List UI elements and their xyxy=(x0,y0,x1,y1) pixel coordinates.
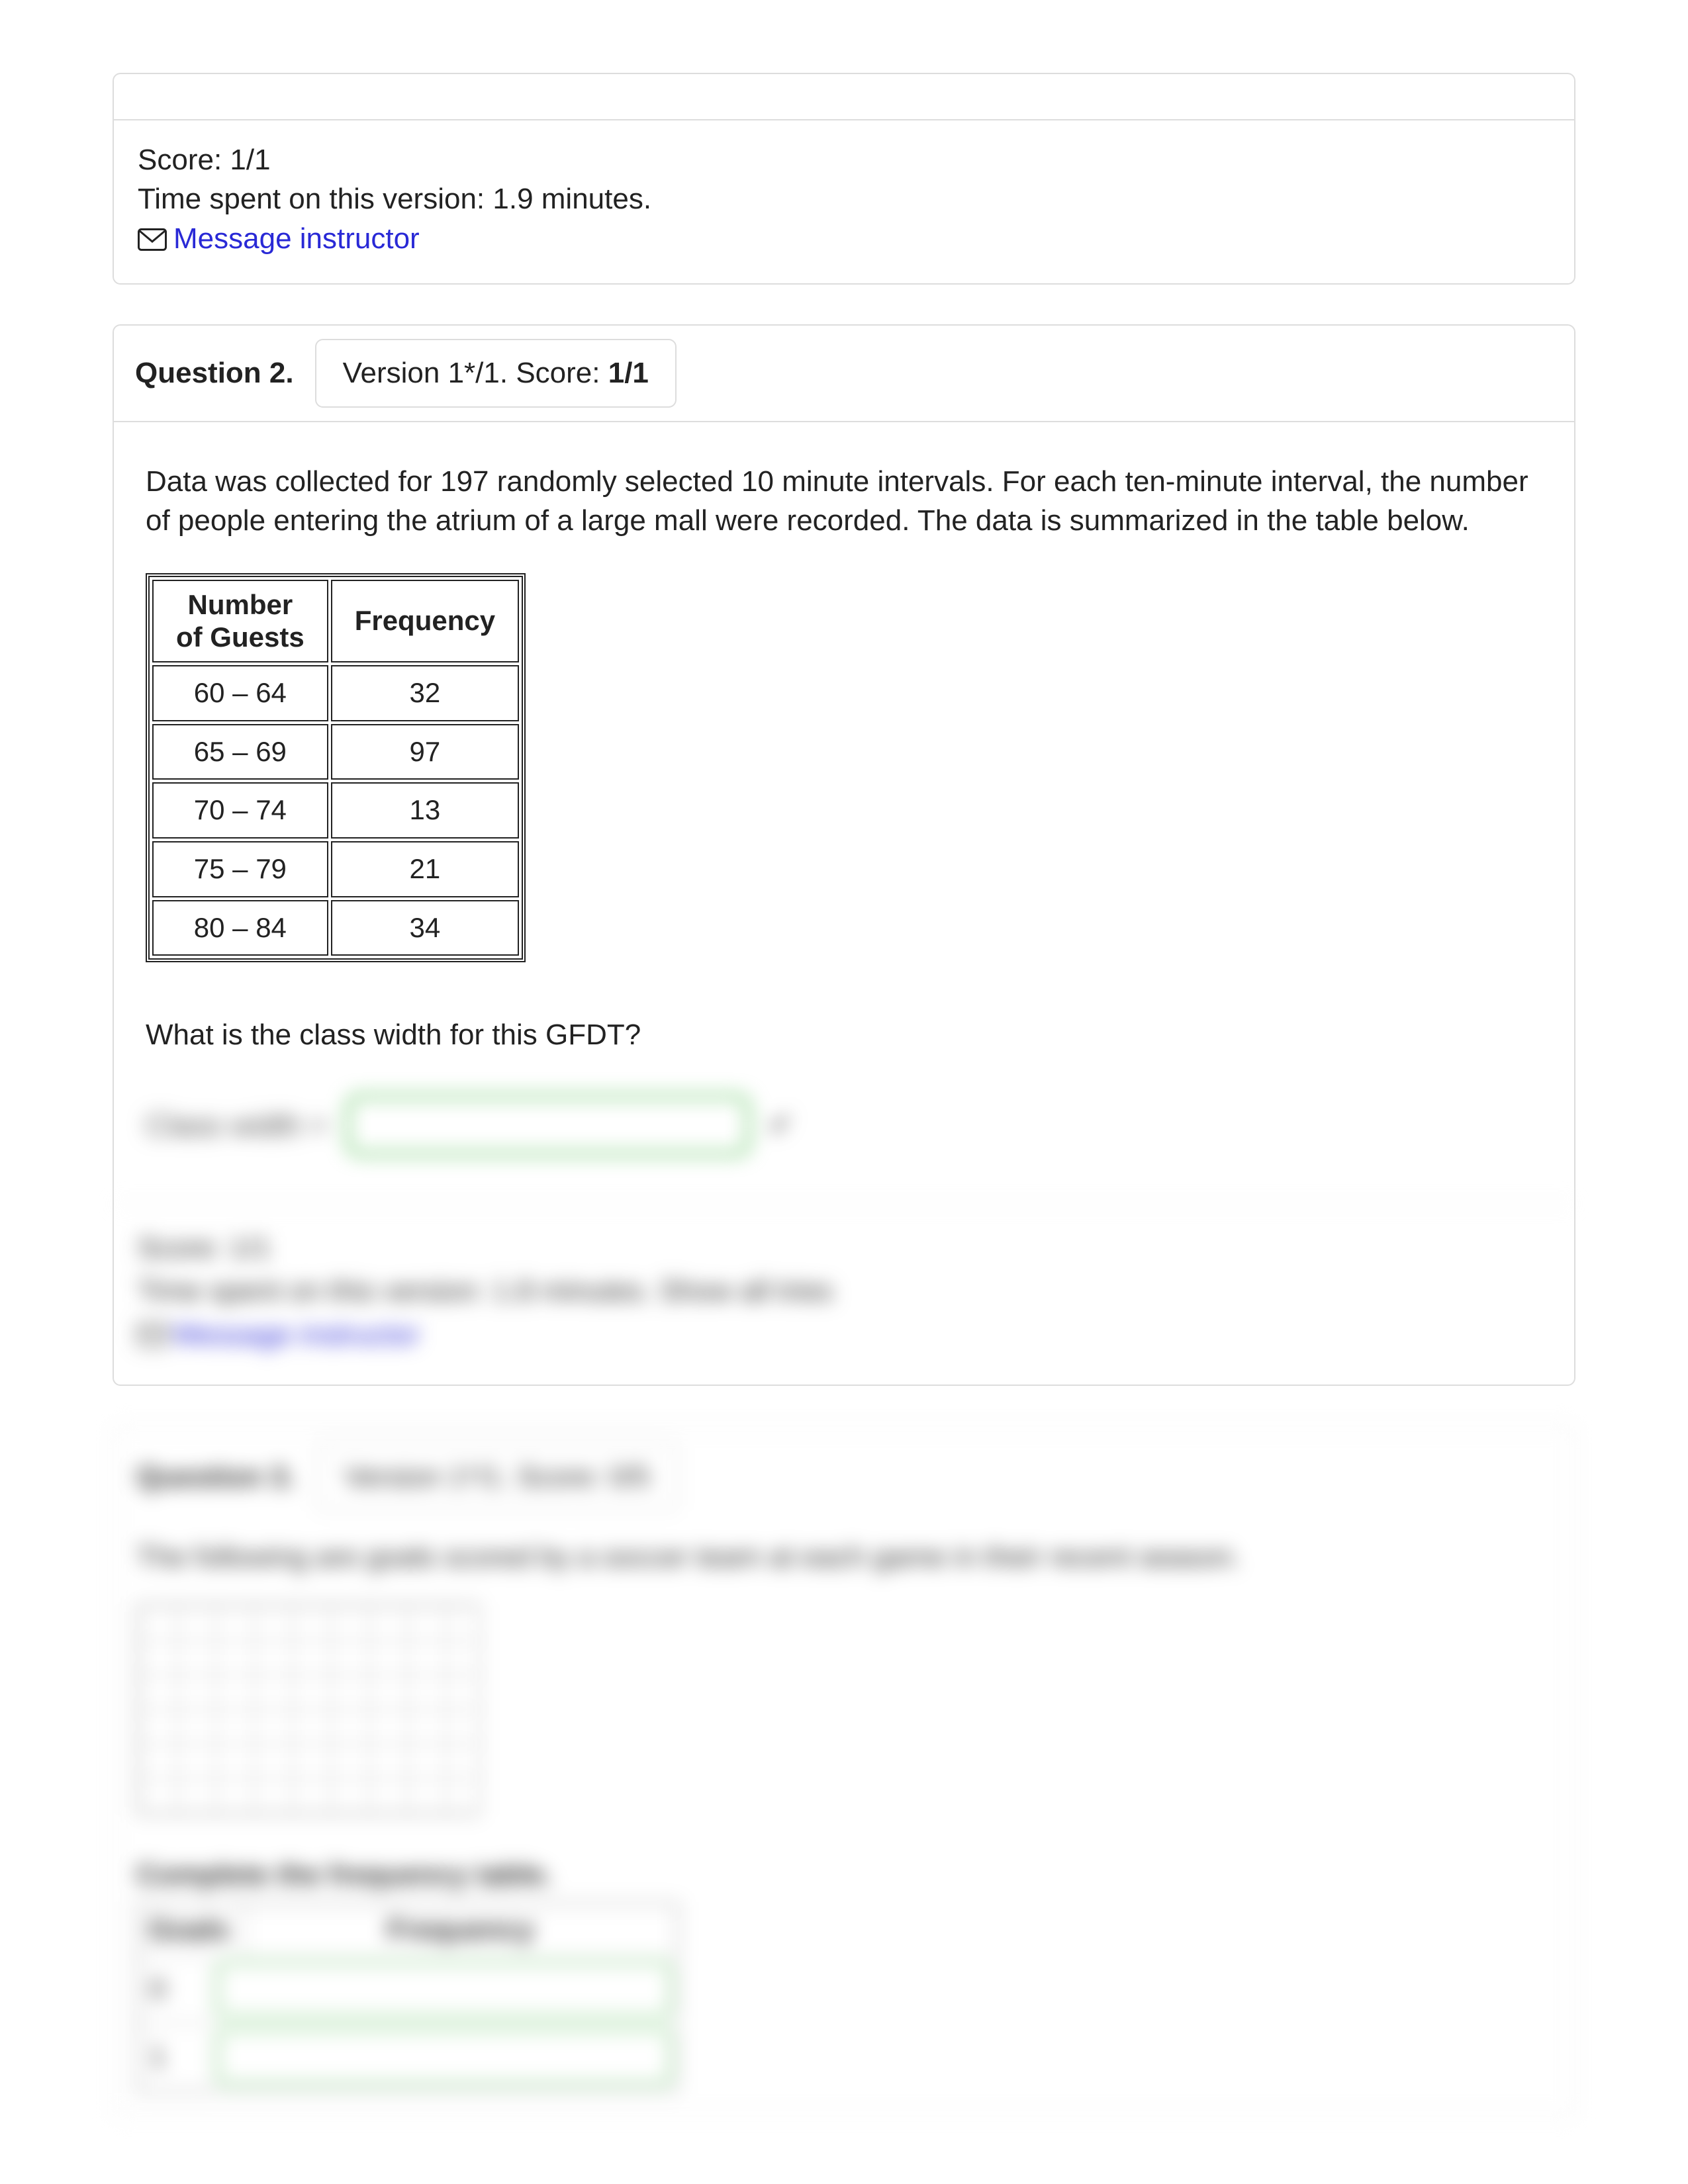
question-3-prompt: The following are goals scored by a socc… xyxy=(136,1537,1552,1576)
score-line: Score: 1/1 xyxy=(138,140,1550,179)
freq-table-header-guests: Number of Guests xyxy=(152,580,328,662)
question-3-title: Question 3. xyxy=(136,1457,295,1496)
hdr-line1: Number xyxy=(188,589,293,620)
cell-freq: 32 xyxy=(331,665,519,721)
version-score: 1/1 xyxy=(608,357,649,389)
mini-row-label: 1 xyxy=(138,2023,211,2090)
mini-row-input[interactable] xyxy=(216,2028,672,2085)
question-2-header: Question 2. Version 1*/1. Score: 1/1 xyxy=(114,326,1574,422)
question-3-card: Question 3. Version 1*/1. Score: 0/5 The… xyxy=(113,1426,1575,2116)
cell-freq: 21 xyxy=(331,841,519,897)
blur-message-instructor-link[interactable]: Message instructor xyxy=(173,1318,420,1351)
mini-hdr-freq: Frequency xyxy=(244,1904,677,1955)
correct-check-icon: ✔ xyxy=(769,1105,793,1144)
table-row: 75 – 79 21 xyxy=(152,841,519,897)
table-row: 80 – 84 34 xyxy=(152,900,519,956)
question-2-title: Question 2. xyxy=(135,353,294,392)
cell-range: 60 – 64 xyxy=(152,665,328,721)
blur-time-line: Time spent on this version: 1.8 minutes.… xyxy=(138,1271,1550,1310)
class-width-question: What is the class width for this GFDT? xyxy=(146,1015,1542,1054)
cell-freq: 34 xyxy=(331,900,519,956)
blur-score-line: Score: 1/1 xyxy=(138,1228,1550,1267)
mini-hdr-goals: Goals xyxy=(138,1904,244,1955)
cell-freq: 97 xyxy=(331,724,519,780)
question-2-prompt: Data was collected for 197 randomly sele… xyxy=(146,462,1542,541)
class-width-input[interactable] xyxy=(346,1095,750,1156)
question-3-instruction: Complete the frequency table. xyxy=(136,1855,1552,1894)
mini-row: 0 xyxy=(138,1956,677,2023)
frequency-table: Number of Guests Frequency 60 – 64 32 65… xyxy=(146,573,526,962)
cell-range: 65 – 69 xyxy=(152,724,328,780)
prev-question-body-fragment xyxy=(113,73,1575,119)
mini-row-input[interactable] xyxy=(216,1961,672,2018)
version-score-pill[interactable]: Version 1*/1. Score: 1/1 xyxy=(315,339,677,407)
question-2-card: Question 2. Version 1*/1. Score: 1/1 Dat… xyxy=(113,324,1575,1386)
data-grid xyxy=(136,1604,481,1815)
time-spent-line: Time spent on this version: 1.9 minutes. xyxy=(138,179,1550,218)
cell-range: 70 – 74 xyxy=(152,782,328,839)
class-width-label: Class width = xyxy=(146,1105,328,1146)
table-row: 65 – 69 97 xyxy=(152,724,519,780)
cell-freq: 13 xyxy=(331,782,519,839)
mini-row: 1 xyxy=(138,2023,677,2091)
mini-row-label: 0 xyxy=(138,1956,211,2023)
version-prefix: Version 1*/1. Score: xyxy=(343,357,608,389)
question-3-version-pill[interactable]: Version 1*/1. Score: 0/5 xyxy=(316,1443,678,1511)
table-row: 70 – 74 13 xyxy=(152,782,519,839)
table-row: 60 – 64 32 xyxy=(152,665,519,721)
mini-freq-table: Goals Frequency 0 1 xyxy=(136,1902,679,2092)
freq-table-header-frequency: Frequency xyxy=(331,580,519,662)
envelope-icon xyxy=(138,1318,167,1357)
message-instructor-link[interactable]: Message instructor xyxy=(173,222,420,255)
hdr-line2: of Guests xyxy=(176,621,305,653)
prev-question-footer: Score: 1/1 Time spent on this version: 1… xyxy=(113,119,1575,285)
envelope-icon xyxy=(138,222,167,261)
cell-range: 75 – 79 xyxy=(152,841,328,897)
cell-range: 80 – 84 xyxy=(152,900,328,956)
